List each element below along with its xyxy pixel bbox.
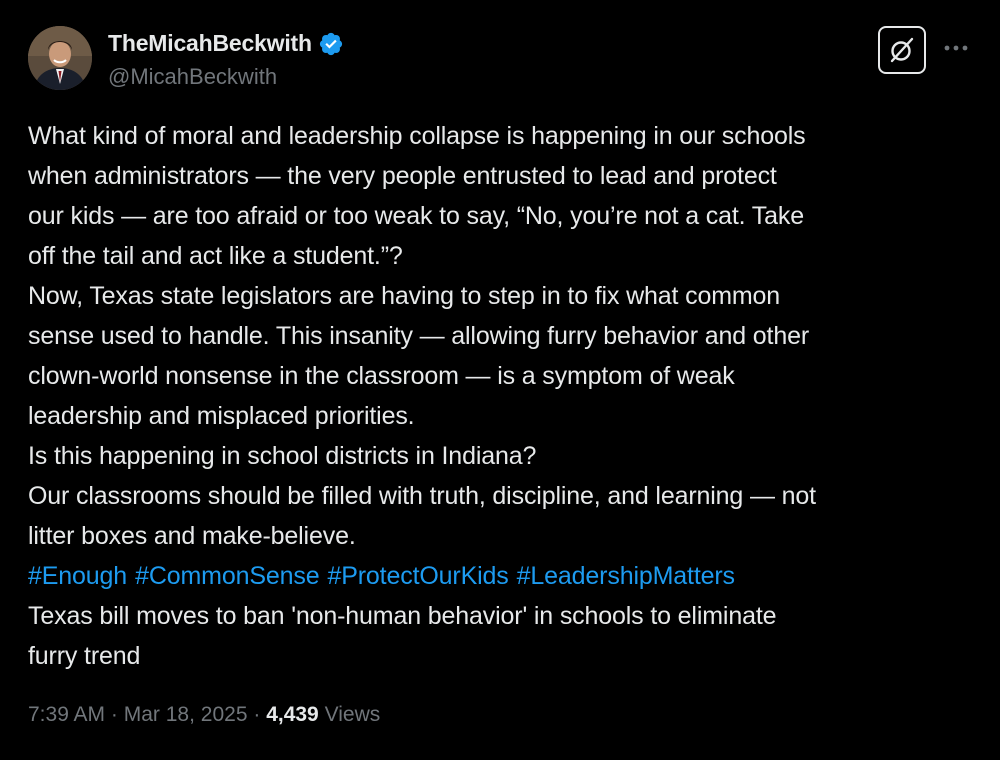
link-title-line: furry trend [28,642,141,670]
verified-badge-icon [319,32,342,55]
post-body: What kind of moral and leadership collap… [28,116,978,676]
views-label: Views [324,703,381,726]
meta-separator: · [110,703,118,726]
author-name-row: TheMicahBeckwith [108,30,344,57]
author-display-name[interactable]: TheMicahBeckwith [108,30,312,57]
post-text-line: when administrators — the very people en… [28,162,777,190]
post-header: TheMicahBeckwith @MicahBeckwith [28,26,972,92]
hashtag-link[interactable]: #ProtectOurKids [327,562,508,590]
hashtag-link[interactable]: #CommonSense [135,562,320,590]
grok-button[interactable] [878,26,926,74]
avatar[interactable] [28,26,92,90]
hashtag-link[interactable]: #Enough [28,562,127,590]
post-text-line: sense used to handle. This insanity — al… [28,322,810,350]
hashtag-link[interactable]: #LeadershipMatters [517,562,735,590]
author-handle[interactable]: @MicahBeckwith [108,64,277,90]
post-text-line: our kids — are too afraid or too weak to… [28,202,805,230]
post-meta: 7:39 AM · Mar 18, 2025 · 4,439 Views [28,703,380,727]
link-title-line: Texas bill moves to ban 'non-human behav… [28,602,777,630]
post-text-line: What kind of moral and leadership collap… [28,122,806,150]
post-text-line: clown-world nonsense in the classroom — … [28,362,735,390]
post-text-line: Our classrooms should be filled with tru… [28,482,816,510]
meta-separator: · [253,703,261,726]
post-text-line: litter boxes and make-believe. [28,522,356,550]
post-text-line: Now, Texas state legislators are having … [28,282,781,310]
grok-icon [890,37,914,63]
post-text-line: Is this happening in school districts in… [28,442,537,470]
hashtag-list: #Enough #CommonSense #ProtectOurKids #Leade… [28,556,978,596]
post-text-line: leadership and misplaced priorities. [28,402,415,430]
avatar-photo-icon [28,26,92,90]
more-options-button[interactable] [940,36,972,60]
more-options-icon [944,45,968,51]
views-count: 4,439 [266,703,319,726]
post-time[interactable]: 7:39 AM [28,703,105,726]
post-text-line: off the tail and act like a student.”? [28,242,403,270]
post-date[interactable]: Mar 18, 2025 [124,703,248,726]
